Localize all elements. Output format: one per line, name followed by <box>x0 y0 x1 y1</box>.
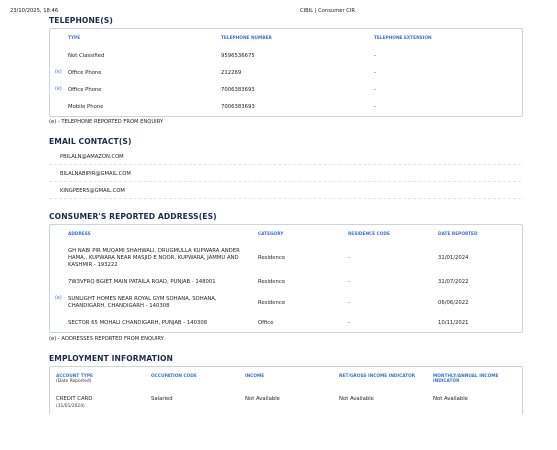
date-reported: 06/06/2022 <box>438 300 469 306</box>
residence-code: - <box>348 255 350 261</box>
residence-code: - <box>348 279 350 285</box>
telephone-type: Not Classified <box>68 53 105 59</box>
telephone-number: 7006383693 <box>221 87 255 93</box>
address-text: SECTOR 65 MOHALI CHANDIGARH, PUNJAB - 14… <box>68 320 208 326</box>
print-document-title: CIBIL | Consumer CIR <box>300 8 356 14</box>
col-header-telephone-number: TELEPHONE NUMBER <box>221 36 272 41</box>
account-date-reported: (31/01/2024) <box>56 404 85 409</box>
telephone-extension: - <box>374 53 376 59</box>
telephones-section-title: TELEPHONE(S) <box>49 16 113 25</box>
col-header-telephone-extension: TELEPHONE EXTENSION <box>374 36 432 41</box>
telephone-type: Mobile Phone <box>68 104 104 110</box>
telephone-number: 7006383693 <box>221 104 255 110</box>
residence-code: - <box>348 320 350 326</box>
address-category: Residence <box>258 300 286 306</box>
emails-section-title: EMAIL CONTACT(S) <box>49 137 132 146</box>
telephone-extension: - <box>374 87 376 93</box>
employment-table: ACCOUNT TYPE (Date Reported) OCCUPATION … <box>49 366 523 415</box>
address-category: Residence <box>258 279 286 285</box>
telephone-number: 212269 <box>221 70 242 76</box>
residence-code: - <box>348 300 350 306</box>
telephone-type: Office Phone <box>68 70 102 76</box>
telephones-table: TYPE TELEPHONE NUMBER TELEPHONE EXTENSIO… <box>49 28 523 117</box>
enquiry-marker: (e) <box>55 87 62 92</box>
date-reported: 31/01/2024 <box>438 255 469 261</box>
income: Not Available <box>245 396 280 402</box>
telephone-type: Office Phone <box>68 87 102 93</box>
col-header-residence-code: RESIDENCE CODE <box>348 232 390 237</box>
net-gross-indicator: Not Available <box>339 396 374 402</box>
account-type: CREDIT CARD <box>56 396 93 402</box>
enquiry-marker: (e) <box>55 70 62 75</box>
email-item: KINGPEER5@GMAIL.COM <box>60 188 125 194</box>
telephone-extension: - <box>374 104 376 110</box>
addresses-footnote: (e) - ADDRESSES REPORTED FROM ENQUIRY <box>49 336 164 342</box>
telephones-footnote: (e) - TELEPHONE REPORTED FROM ENQUIRY <box>49 119 164 125</box>
address-text: 7W3VFRQ BGIET MAIN PATAILA ROAD, PUNJAB … <box>68 279 216 285</box>
col-header-date-reported: DATE REPORTED <box>438 232 478 237</box>
divider <box>49 181 521 182</box>
email-item: BILALNABIPIR@GMAIL.COM <box>60 171 131 177</box>
col-header-category: CATEGORY <box>258 232 284 237</box>
divider <box>49 164 521 165</box>
addresses-section-title: CONSUMER'S REPORTED ADDRESS(ES) <box>49 212 217 221</box>
print-datetime: 23/10/2025, 18:46 <box>10 8 59 14</box>
date-reported: 10/11/2021 <box>438 320 469 326</box>
address-category: Residence <box>258 255 286 261</box>
col-header-monthly-annual-indicator: MONTHLY/ANNUAL INCOME INDICATOR <box>433 374 499 384</box>
addresses-table: ADDRESS CATEGORY RESIDENCE CODE DATE REP… <box>49 224 523 333</box>
employment-section-title: EMPLOYMENT INFORMATION <box>49 354 174 363</box>
col-header-net-gross-indicator: NET/GROSS INCOME INDICATOR <box>339 374 416 379</box>
col-header-address: ADDRESS <box>68 232 91 237</box>
monthly-annual-indicator: Not Available <box>433 396 468 402</box>
address-text: SUNLIGHT HOMES NEAR ROYAL GYM SOHANA, SO… <box>68 296 217 309</box>
email-item: PBILALN@AMAZON.COM <box>60 154 124 160</box>
address-text: GH NABI PIR MUQAMI SHAHWALI, DRUGMULLA K… <box>68 248 240 268</box>
col-header-income: INCOME <box>245 374 265 379</box>
occupation-code: Salaried <box>151 396 173 402</box>
telephone-number: 9596536675 <box>221 53 255 59</box>
col-header-type: TYPE <box>68 36 81 41</box>
date-reported: 31/07/2022 <box>438 279 469 285</box>
col-header-occupation-code: OCCUPATION CODE <box>151 374 197 379</box>
col-header-account-type-sub: (Date Reported) <box>56 379 92 384</box>
address-category: Office <box>258 320 274 326</box>
enquiry-marker: (e) <box>55 296 62 301</box>
divider <box>49 198 521 199</box>
telephone-extension: - <box>374 70 376 76</box>
